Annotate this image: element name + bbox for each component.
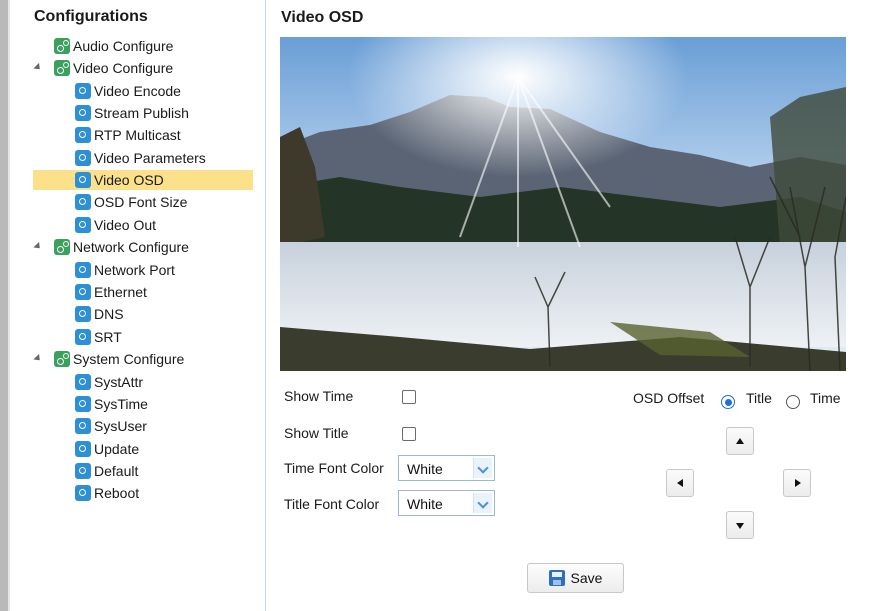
- tree-item-video-configure[interactable]: Video Configure: [54, 58, 173, 78]
- title-font-color-label: Title Font Color: [284, 496, 380, 512]
- tree-item-label: Video Encode: [94, 83, 181, 99]
- page-icon: [75, 463, 91, 479]
- show-time-checkbox[interactable]: [402, 390, 416, 404]
- tree-item-label: Update: [94, 441, 140, 457]
- arrow-left-icon: [677, 479, 683, 487]
- page-icon: [75, 441, 91, 457]
- page-icon: [75, 194, 91, 210]
- move-down-button[interactable]: [726, 511, 754, 539]
- tree-item-video-out[interactable]: Video Out: [75, 215, 156, 235]
- page-title: Video OSD: [281, 9, 364, 26]
- tree-item-label: Network Configure: [73, 239, 189, 255]
- video-preview-image: [280, 37, 846, 371]
- move-up-button[interactable]: [726, 427, 754, 455]
- arrow-up-icon: [736, 438, 744, 444]
- tree-item-srt[interactable]: SRT: [75, 327, 122, 347]
- save-button-label: Save: [570, 570, 603, 586]
- title-font-color-value: White: [407, 496, 443, 512]
- tree-item-label: SystAttr: [94, 374, 144, 390]
- tree-item-update[interactable]: Update: [75, 439, 139, 459]
- chevron-down-icon[interactable]: [473, 458, 492, 478]
- page-icon: [75, 105, 91, 121]
- tree-item-label: SRT: [94, 329, 122, 345]
- tree-item-network-port[interactable]: Network Port: [75, 260, 175, 280]
- sidebar-title: Configurations: [34, 8, 148, 25]
- page-icon: [75, 418, 91, 434]
- arrow-down-icon: [736, 523, 744, 529]
- tree-item-label: System Configure: [73, 351, 185, 367]
- page-icon: [75, 172, 91, 188]
- page-icon: [75, 374, 91, 390]
- settings-folder-icon: [54, 38, 70, 54]
- tree-item-ethernet[interactable]: Ethernet: [75, 282, 147, 302]
- save-icon: [548, 570, 565, 586]
- page-icon: [75, 127, 91, 143]
- time-font-color-label: Time Font Color: [284, 460, 384, 476]
- osd-offset-time-label: Time: [810, 390, 841, 406]
- settings-folder-icon: [54, 60, 70, 76]
- tree-item-label: Video OSD: [94, 172, 164, 188]
- tree-item-system-configure[interactable]: System Configure: [54, 349, 184, 369]
- tree-item-dns[interactable]: DNS: [75, 304, 124, 324]
- show-title-label: Show Title: [284, 425, 349, 441]
- show-time-label: Show Time: [284, 388, 354, 404]
- time-font-color-value: White: [407, 461, 443, 477]
- tree-item-video-osd[interactable]: Video OSD: [33, 170, 253, 190]
- chevron-down-icon[interactable]: [473, 493, 492, 513]
- page-icon: [75, 306, 91, 322]
- tree-item-rtp-multicast[interactable]: RTP Multicast: [75, 125, 181, 145]
- page-icon: [75, 485, 91, 501]
- arrow-right-icon: [795, 479, 801, 487]
- tree-item-label: RTP Multicast: [94, 127, 181, 143]
- tree-item-label: Video Parameters: [94, 150, 206, 166]
- tree-item-label: Ethernet: [94, 284, 147, 300]
- tree-item-label: Reboot: [94, 485, 140, 501]
- tree-item-label: Stream Publish: [94, 105, 189, 121]
- title-font-color-select[interactable]: White: [398, 490, 495, 516]
- page-icon: [75, 217, 91, 233]
- page-icon: [75, 284, 91, 300]
- sidebar-divider: [265, 0, 266, 611]
- osd-offset-time-radio[interactable]: [786, 395, 800, 409]
- time-font-color-select[interactable]: White: [398, 455, 495, 481]
- settings-folder-icon: [54, 239, 70, 255]
- tree-item-label: Network Port: [94, 262, 175, 278]
- tree-item-systime[interactable]: SysTime: [75, 394, 148, 414]
- tree-item-label: SysUser: [94, 418, 147, 434]
- page-icon: [75, 396, 91, 412]
- tree-item-label: Default: [94, 463, 139, 479]
- tree-item-label: Video Out: [94, 217, 157, 233]
- tree-item-label: Video Configure: [73, 60, 174, 76]
- tree-item-sysuser[interactable]: SysUser: [75, 416, 147, 436]
- tree-item-default[interactable]: Default: [75, 461, 138, 481]
- move-right-button[interactable]: [783, 469, 811, 497]
- tree-item-label: DNS: [94, 306, 124, 322]
- page-icon: [75, 329, 91, 345]
- page-icon: [75, 83, 91, 99]
- osd-offset-title-radio[interactable]: [721, 395, 735, 409]
- tree-item-reboot[interactable]: Reboot: [75, 483, 139, 503]
- window-left-edge: [0, 0, 8, 611]
- tree-item-label: OSD Font Size: [94, 194, 188, 210]
- tree-item-stream-publish[interactable]: Stream Publish: [75, 103, 189, 123]
- tree-item-label: SysTime: [94, 396, 148, 412]
- osd-offset-label: OSD Offset: [633, 390, 705, 406]
- tree-item-label: Audio Configure: [73, 38, 174, 54]
- tree-item-systattr[interactable]: SystAttr: [75, 372, 143, 392]
- move-left-button[interactable]: [666, 469, 694, 497]
- tree-item-network-configure[interactable]: Network Configure: [54, 237, 189, 257]
- tree-item-osd-font-size[interactable]: OSD Font Size: [75, 192, 187, 212]
- video-preview: [280, 37, 846, 371]
- show-title-checkbox[interactable]: [402, 427, 416, 441]
- tree-item-video-encode[interactable]: Video Encode: [75, 81, 181, 101]
- tree-item-video-parameters[interactable]: Video Parameters: [75, 148, 206, 168]
- tree-item-audio-configure[interactable]: Audio Configure: [54, 36, 173, 56]
- osd-offset-title-label: Title: [746, 390, 772, 406]
- save-button[interactable]: Save: [527, 563, 624, 593]
- page-icon: [75, 262, 91, 278]
- settings-folder-icon: [54, 351, 70, 367]
- page-icon: [75, 150, 91, 166]
